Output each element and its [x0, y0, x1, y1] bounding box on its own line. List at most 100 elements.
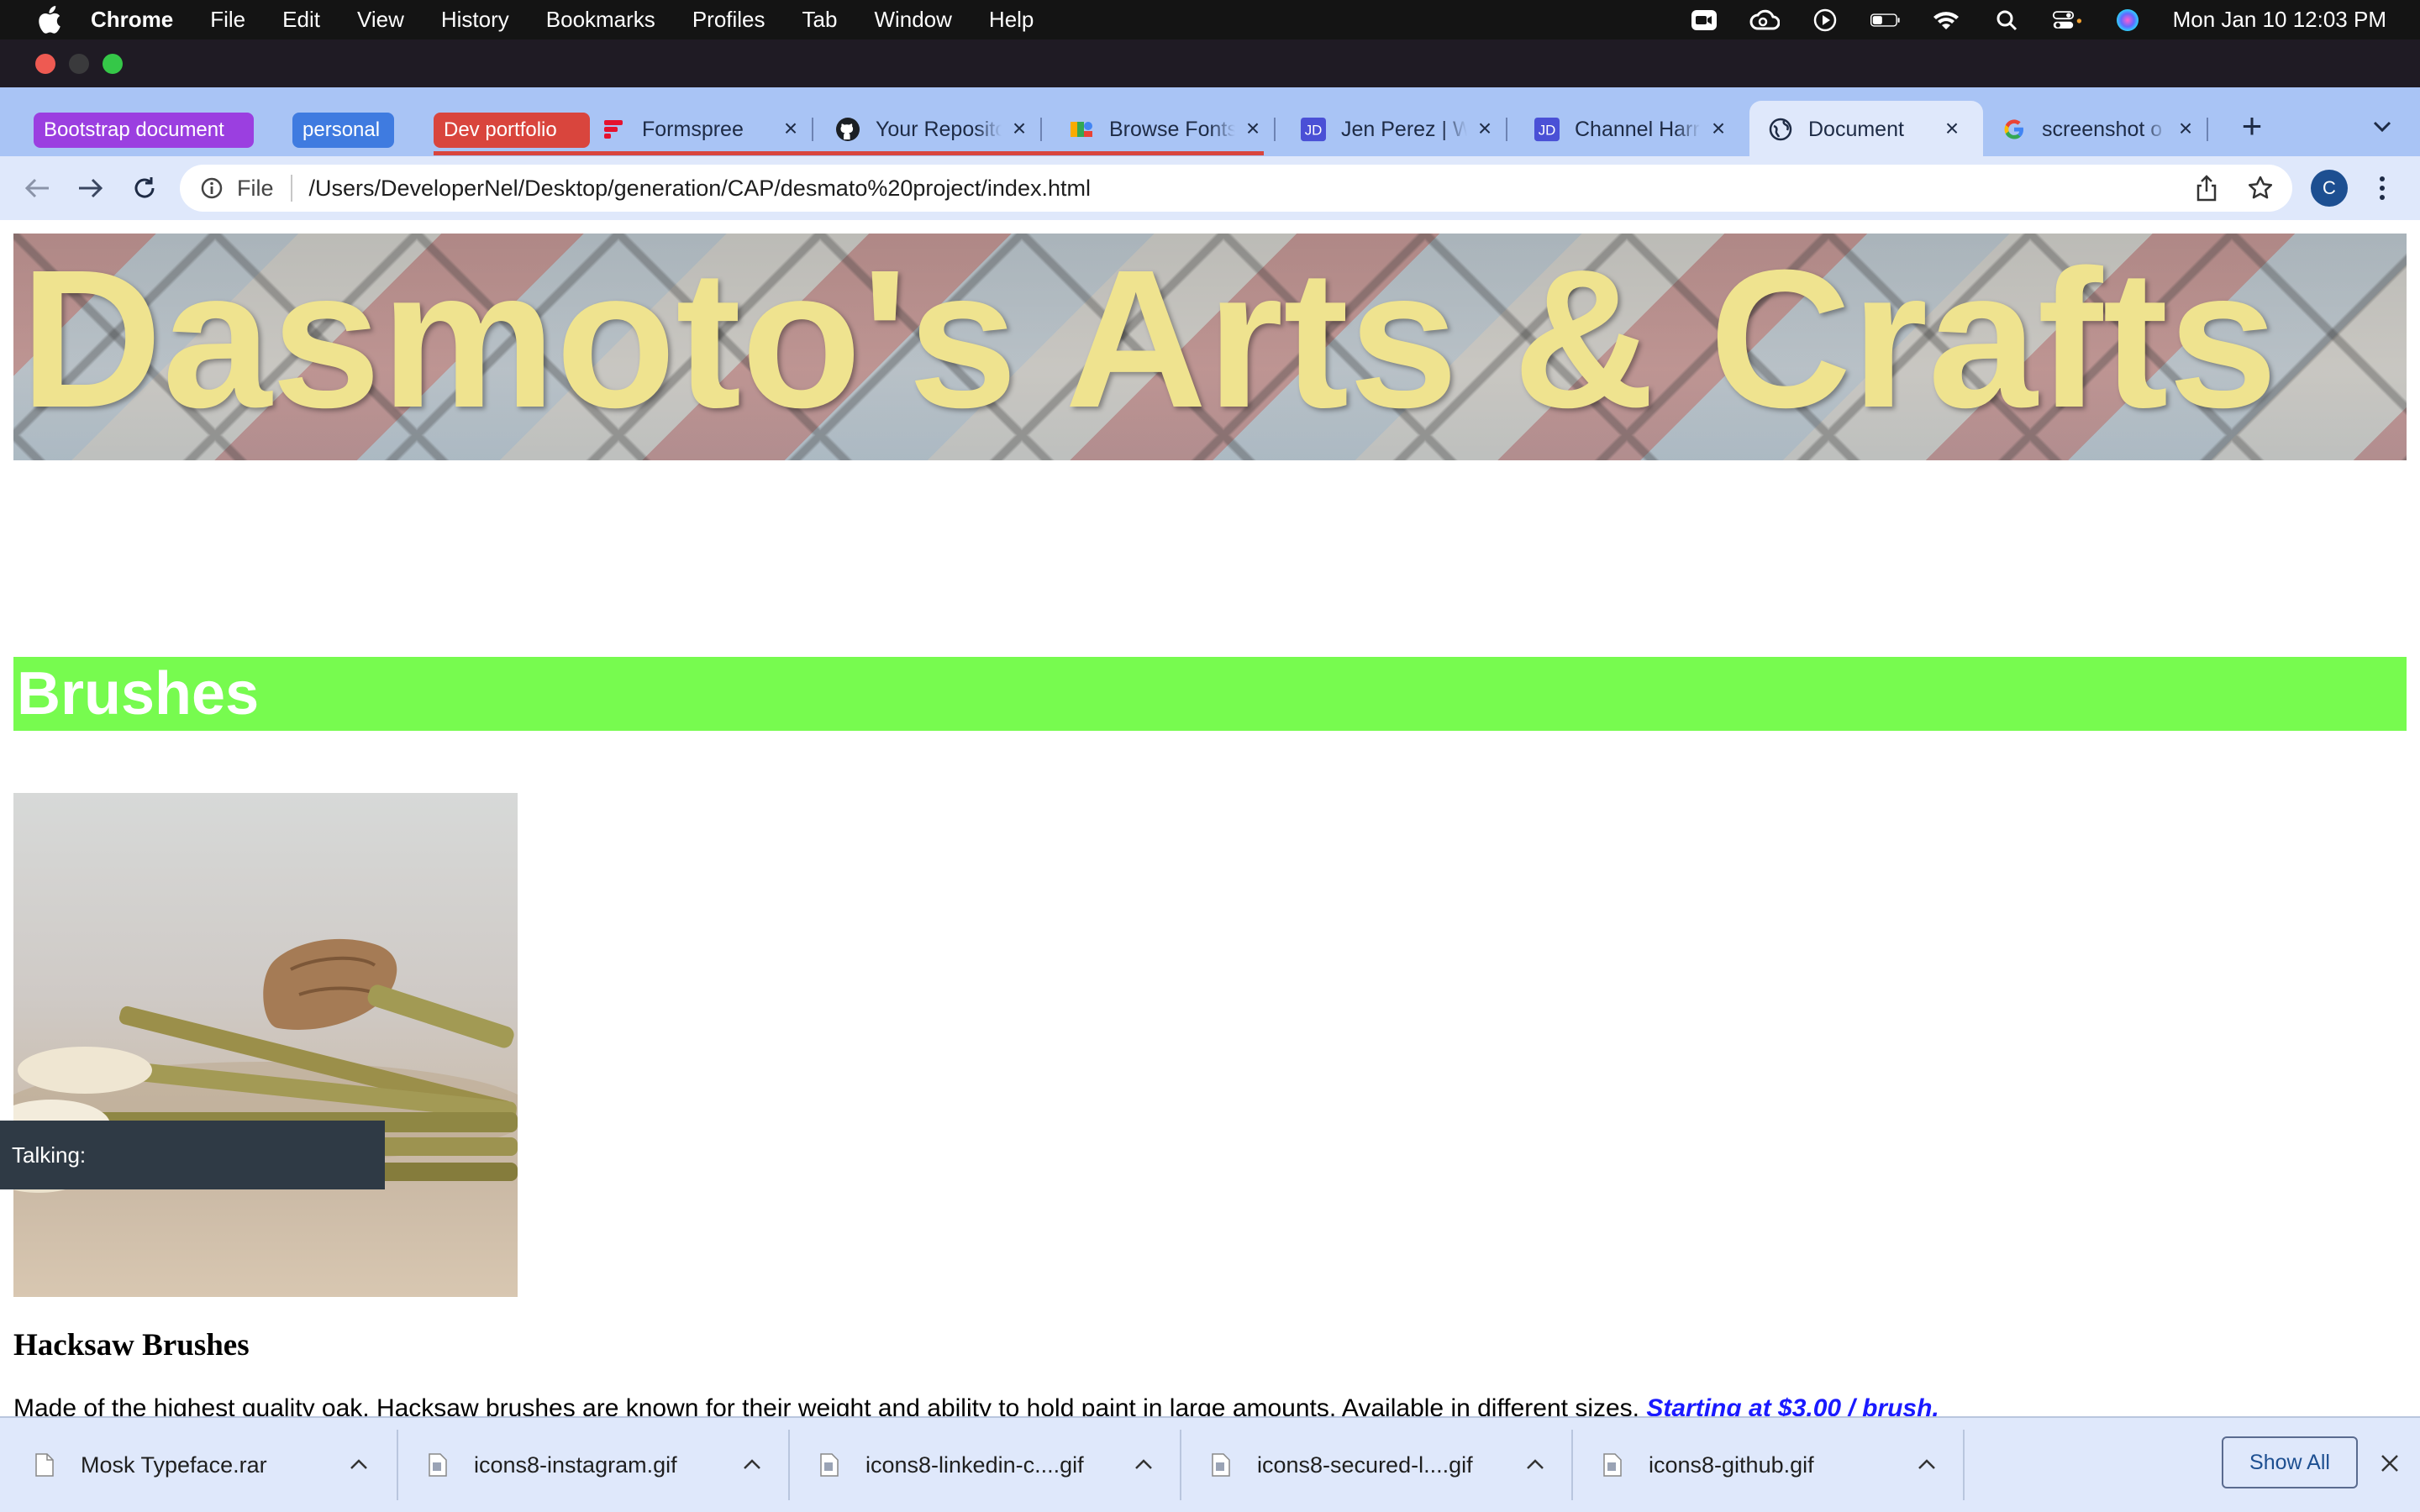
menu-history[interactable]: History	[441, 7, 509, 33]
show-all-downloads-button[interactable]: Show All	[2222, 1436, 2358, 1488]
google-fonts-icon	[1069, 117, 1094, 142]
menubar-status-area: Mon Jan 10 12:03 PM	[1659, 0, 2386, 39]
forward-arrow-icon[interactable]	[74, 171, 108, 205]
chevron-up-icon[interactable]	[1914, 1452, 1939, 1477]
download-item[interactable]: icons8-secured-l....gif	[1210, 1438, 1555, 1492]
menu-help[interactable]: Help	[989, 7, 1034, 33]
bookmark-star-icon[interactable]	[2245, 173, 2275, 203]
tab-group-bootstrap-document[interactable]: Bootstrap document	[34, 113, 254, 148]
video-icon[interactable]	[1689, 8, 1719, 33]
close-icon[interactable]: ×	[1706, 115, 1731, 141]
tab-jen-perez[interactable]: JD Jen Perez | W ×	[1301, 109, 1507, 150]
tab-title: Your Reposito	[876, 117, 1002, 141]
menu-tab[interactable]: Tab	[802, 7, 838, 33]
new-tab-button[interactable]: +	[2233, 106, 2270, 145]
menu-view[interactable]: View	[357, 7, 404, 33]
search-icon[interactable]	[1991, 8, 2022, 33]
tab-browse-fonts[interactable]: Browse Fonts ×	[1069, 109, 1276, 150]
menu-window[interactable]: Window	[874, 7, 951, 33]
download-filename: Mosk Typeface.rar	[81, 1452, 267, 1478]
close-icon[interactable]: ×	[1939, 115, 1965, 141]
tab-group-label: Dev portfolio	[444, 118, 557, 141]
close-icon[interactable]: ×	[1240, 115, 1265, 141]
tab-search-chevron-icon[interactable]	[2370, 114, 2395, 139]
tab-separator	[1274, 118, 1276, 141]
address-divider	[290, 175, 292, 202]
wifi-icon[interactable]	[1931, 8, 1961, 33]
gif-file-icon	[818, 1452, 840, 1478]
download-item[interactable]: icons8-github.gif	[1602, 1438, 1946, 1492]
menu-profiles[interactable]: Profiles	[692, 7, 765, 33]
close-icon[interactable]: ×	[2173, 115, 2198, 141]
product-price: Starting at $3.00 / brush.	[1646, 1394, 1939, 1416]
chevron-up-icon[interactable]	[1131, 1452, 1156, 1477]
address-bar-actions	[2168, 165, 2275, 212]
menu-file[interactable]: File	[210, 7, 245, 33]
url-text[interactable]: /Users/DeveloperNel/Desktop/generation/C…	[309, 176, 1091, 202]
tab-your-repositories[interactable]: Your Reposito ×	[835, 109, 1042, 150]
gif-file-icon	[1602, 1452, 1623, 1478]
close-icon[interactable]: ×	[778, 115, 803, 141]
menu-edit[interactable]: Edit	[282, 7, 320, 33]
chevron-up-icon[interactable]	[1523, 1452, 1548, 1477]
url-scheme-label: File	[237, 175, 274, 201]
menu-app-chrome[interactable]: Chrome	[91, 7, 173, 33]
gif-file-icon	[1210, 1452, 1232, 1478]
file-icon	[34, 1452, 55, 1478]
menu-bookmarks[interactable]: Bookmarks	[546, 7, 655, 33]
menubar-clock[interactable]: Mon Jan 10 12:03 PM	[2173, 7, 2386, 33]
tab-formspree[interactable]: Formspree ×	[602, 109, 813, 150]
download-separator	[788, 1430, 790, 1500]
formspree-icon	[602, 117, 627, 142]
close-icon[interactable]: ×	[1472, 115, 1497, 141]
chevron-up-icon[interactable]	[346, 1452, 371, 1477]
share-icon[interactable]	[2191, 173, 2222, 203]
tab-group-label: personal	[302, 118, 381, 141]
back-arrow-icon[interactable]	[20, 171, 54, 205]
download-separator	[1571, 1430, 1573, 1500]
brushes-illustration	[13, 938, 518, 1193]
tab-channel-harr[interactable]: JD Channel Harr ×	[1534, 109, 1731, 150]
info-icon[interactable]	[198, 175, 225, 202]
control-center-icon[interactable]	[2052, 8, 2082, 33]
battery-icon[interactable]	[1870, 8, 1901, 33]
reload-icon[interactable]	[128, 171, 161, 205]
chevron-up-icon[interactable]	[739, 1452, 765, 1477]
apple-icon[interactable]	[32, 3, 66, 37]
download-filename: icons8-github.gif	[1649, 1452, 1814, 1478]
more-menu-icon[interactable]	[2370, 171, 2395, 205]
product-name: Hacksaw Brushes	[13, 1328, 250, 1362]
jd-icon: JD	[1534, 117, 1560, 142]
download-separator	[397, 1430, 398, 1500]
profile-avatar[interactable]: C	[2311, 170, 2348, 207]
google-icon	[2002, 117, 2027, 142]
tab-group-personal[interactable]: personal	[292, 113, 394, 148]
window-close-button[interactable]	[35, 54, 55, 74]
svg-text:JD: JD	[1539, 123, 1556, 139]
download-item[interactable]: icons8-linkedin-c....gif	[818, 1438, 1163, 1492]
download-item[interactable]: icons8-instagram.gif	[427, 1438, 771, 1492]
talking-tooltip: Talking:	[0, 1121, 385, 1189]
tab-separator	[1040, 118, 1042, 141]
section-heading: Brushes	[17, 660, 260, 727]
github-icon	[835, 117, 860, 142]
download-separator	[1180, 1430, 1181, 1500]
window-minimize-button[interactable]	[69, 54, 89, 74]
download-filename: icons8-linkedin-c....gif	[865, 1452, 1084, 1478]
tab-title: Browse Fonts	[1109, 117, 1235, 141]
globe-icon	[1768, 117, 1793, 142]
tab-title: screenshot o	[2042, 117, 2163, 141]
tab-screenshot-search[interactable]: screenshot o ×	[2002, 109, 2208, 150]
siri-icon[interactable]	[2112, 8, 2143, 33]
play-icon[interactable]	[1810, 8, 1840, 33]
window-zoom-button[interactable]	[103, 54, 123, 74]
tab-document-active[interactable]: Document ×	[1768, 109, 1965, 150]
address-bar[interactable]: File /Users/DeveloperNel/Desktop/generat…	[180, 165, 2292, 212]
download-item[interactable]: Mosk Typeface.rar	[34, 1438, 378, 1492]
window-titlebar	[0, 39, 2420, 87]
creative-cloud-icon[interactable]	[1749, 8, 1780, 33]
tab-group-dev-portfolio[interactable]: Dev portfolio	[434, 113, 590, 148]
close-icon[interactable]	[2375, 1448, 2405, 1478]
close-icon[interactable]: ×	[1007, 115, 1032, 141]
download-filename: icons8-secured-l....gif	[1257, 1452, 1473, 1478]
